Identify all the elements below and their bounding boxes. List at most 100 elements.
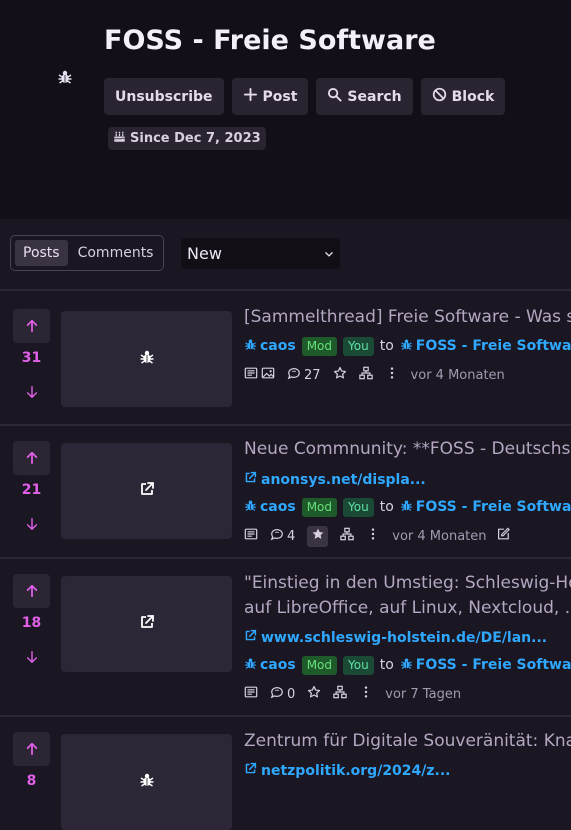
chevron-down-icon	[324, 244, 334, 263]
comment-icon	[270, 685, 284, 703]
post-time: vor 7 Tagen	[385, 686, 462, 702]
document-icon	[244, 366, 258, 384]
crosspost-button[interactable]	[359, 366, 373, 384]
document-icon	[244, 527, 258, 545]
mod-badge: Mod	[301, 497, 338, 517]
post-type-icons	[244, 527, 258, 545]
post-score: 21	[21, 482, 42, 498]
save-button[interactable]	[307, 685, 321, 703]
post-author[interactable]: caos	[244, 657, 296, 674]
post-title-line1[interactable]: "Einstieg in den Umstieg: Schleswig-Ho	[244, 571, 571, 596]
external-link-icon	[244, 629, 257, 646]
post-divider	[0, 715, 571, 717]
post-type-icons	[244, 366, 275, 384]
post-community[interactable]: FOSS - Freie Software	[400, 338, 571, 355]
bug-icon	[139, 772, 155, 792]
post-score: 31	[21, 350, 42, 366]
post-meta: caos Mod You to FOSS - Freie Software	[244, 335, 571, 357]
star-icon	[311, 527, 325, 545]
community-title: FOSS - Freie Software	[104, 25, 436, 56]
post-link[interactable]: www.schleswig-holstein.de/DE/lan...	[244, 629, 547, 646]
more-button[interactable]	[385, 366, 399, 384]
external-link-icon	[139, 614, 155, 634]
to-label: to	[379, 338, 394, 354]
post-title-line2[interactable]: auf LibreOffice, auf Linux, Nextcloud, .…	[244, 596, 571, 621]
post-title[interactable]: Neue Commnunity: **FOSS - Deutschsp	[244, 437, 571, 462]
post-label: Post	[262, 88, 298, 105]
document-icon	[244, 685, 258, 703]
save-button[interactable]	[307, 525, 329, 547]
upvote-button[interactable]	[13, 441, 50, 475]
tab-comments[interactable]: Comments	[70, 240, 162, 266]
upvote-button[interactable]	[13, 309, 50, 343]
more-button[interactable]	[366, 527, 380, 545]
comments-button[interactable]: 0	[270, 685, 295, 703]
downvote-button[interactable]	[13, 382, 50, 402]
post-link[interactable]: anonsys.net/displa...	[244, 471, 426, 488]
post-thumbnail[interactable]	[61, 576, 232, 672]
post-author[interactable]: caos	[244, 499, 296, 516]
comment-icon	[270, 527, 284, 545]
block-button[interactable]: Block	[420, 78, 506, 115]
author-name: caos	[260, 338, 296, 354]
image-icon	[261, 366, 275, 384]
upvote-button[interactable]	[13, 574, 50, 608]
post-score: 18	[21, 615, 42, 631]
downvote-button[interactable]	[13, 647, 50, 667]
post-link[interactable]: netzpolitik.org/2024/z...	[244, 762, 451, 779]
search-button[interactable]: Search	[316, 78, 413, 115]
search-label: Search	[347, 88, 402, 105]
post-community[interactable]: FOSS - Freie Software	[400, 499, 571, 516]
more-icon	[366, 527, 380, 545]
comments-button[interactable]: 27	[287, 366, 321, 384]
you-badge: You	[343, 497, 374, 517]
upvote-button[interactable]	[13, 732, 50, 766]
post-meta: caos Mod You to FOSS - Freie Software	[244, 496, 571, 518]
external-link-icon	[139, 481, 155, 501]
bug-icon	[400, 499, 413, 516]
bug-icon	[244, 657, 257, 674]
crosspost-button[interactable]	[340, 527, 354, 545]
bug-icon	[57, 69, 73, 85]
save-button[interactable]	[333, 366, 347, 384]
crosspost-button[interactable]	[333, 685, 347, 703]
post-community[interactable]: FOSS - Freie Software	[400, 657, 571, 674]
post-thumbnail[interactable]	[61, 311, 232, 407]
post-title[interactable]: [Sammelthread] Freie Software - Was s	[244, 305, 571, 330]
more-icon	[359, 685, 373, 703]
community-name: FOSS - Freie Software	[415, 657, 571, 673]
bug-icon	[244, 499, 257, 516]
community-name: FOSS - Freie Software	[415, 499, 571, 515]
to-label: to	[379, 499, 394, 515]
you-badge: You	[343, 655, 374, 675]
sort-select[interactable]: New	[181, 238, 340, 269]
unsubscribe-button[interactable]: Unsubscribe	[104, 78, 224, 115]
more-button[interactable]	[359, 685, 373, 703]
post-time: vor 4 Monaten	[410, 367, 505, 383]
sort-selected: New	[187, 244, 222, 263]
post-button[interactable]: Post	[231, 78, 309, 115]
mod-badge: Mod	[301, 655, 338, 675]
post-actions: 4 vor 4 Monaten	[244, 524, 510, 548]
downvote-button[interactable]	[13, 514, 50, 534]
post-title[interactable]: Zentrum für Digitale Souveränität: Kna	[244, 729, 571, 754]
post-time: vor 4 Monaten	[392, 528, 487, 544]
author-name: caos	[260, 499, 296, 515]
external-link-icon	[244, 471, 257, 488]
link-text: netzpolitik.org/2024/z...	[261, 762, 451, 779]
post-type-icons	[244, 685, 258, 703]
post-thumbnail[interactable]	[61, 443, 232, 539]
mod-badge: Mod	[301, 336, 338, 356]
post-thumbnail[interactable]	[61, 734, 232, 830]
comments-button[interactable]: 4	[270, 527, 295, 545]
edit-icon	[496, 527, 510, 545]
view-toggle: Posts Comments	[10, 235, 164, 271]
since-label: Since Dec 7, 2023	[130, 131, 261, 146]
link-text: www.schleswig-holstein.de/DE/lan...	[261, 629, 548, 646]
bug-icon	[400, 657, 413, 674]
to-label: to	[379, 657, 394, 673]
crosspost-icon	[340, 527, 354, 545]
post-author[interactable]: caos	[244, 338, 296, 355]
bug-icon	[139, 349, 155, 369]
tab-posts[interactable]: Posts	[15, 240, 68, 266]
